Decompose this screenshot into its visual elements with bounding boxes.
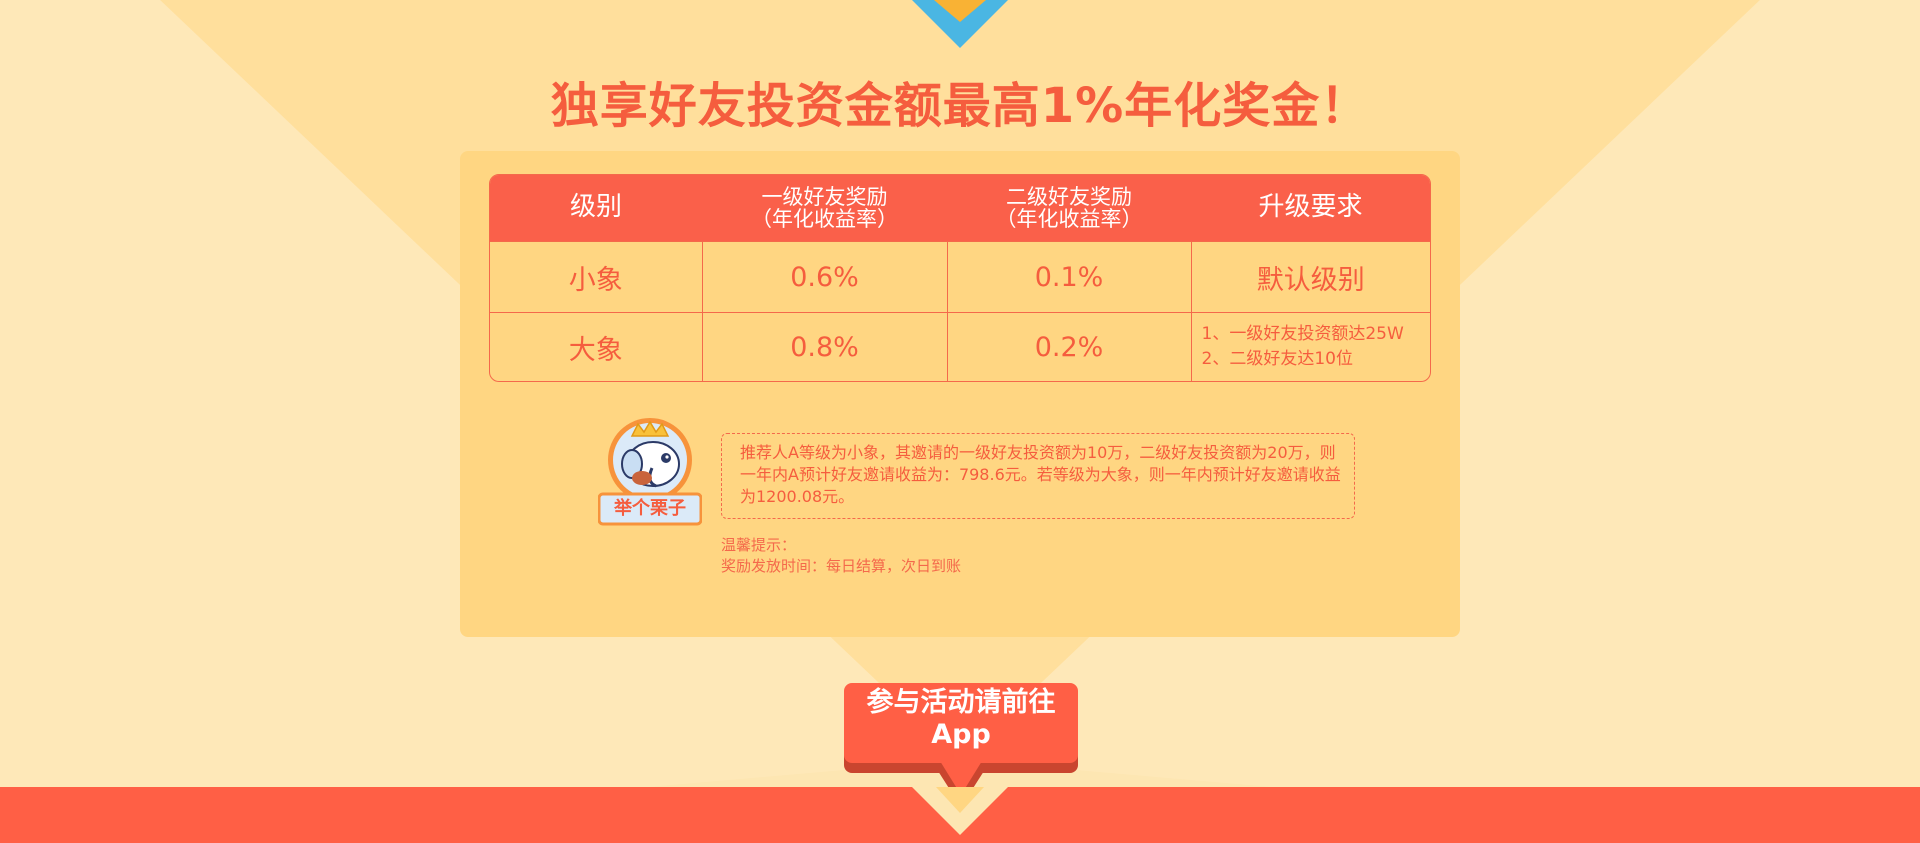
cell-first-rate: 0.8% xyxy=(701,312,947,381)
cta-label[interactable]: 参与活动请前往 App xyxy=(844,687,1078,751)
cell-upgrade: 1、一级好友投资额达25W 2、二级好友达10位 xyxy=(1190,312,1430,381)
tips-line: 奖励发放时间：每日结算，次日到账 xyxy=(721,557,962,575)
tips: 温馨提示： 奖励发放时间：每日结算，次日到账 xyxy=(721,535,961,577)
cell-level: 大象 xyxy=(490,312,702,381)
header-first-level-reward: 一级好友奖励 （年化收益率） xyxy=(702,175,947,242)
table-row: 小象 0.6% 0.1% 默认级别 xyxy=(490,241,1430,313)
cell-second-rate: 0.1% xyxy=(946,241,1191,313)
header-second-level-reward: 二级好友奖励 （年化收益率） xyxy=(947,175,1191,242)
tips-title: 温馨提示： xyxy=(721,536,797,554)
bottom-arrow-icon xyxy=(912,787,1008,835)
table-header-row: 级别 一级好友奖励 （年化收益率） 二级好友奖励 （年化收益率） 升级要求 xyxy=(490,175,1430,242)
reward-panel: 级别 一级好友奖励 （年化收益率） 二级好友奖励 （年化收益率） 升级要求 小象… xyxy=(460,151,1460,637)
top-arrow-icon xyxy=(912,0,1008,48)
header-level: 级别 xyxy=(490,175,702,242)
cell-first-rate: 0.6% xyxy=(701,241,947,313)
page-headline: 独享好友投资金额最高1%年化奖金！ xyxy=(550,78,1370,134)
example-badge: 举个栗子 xyxy=(614,498,686,519)
reward-table: 级别 一级好友奖励 （年化收益率） 二级好友奖励 （年化收益率） 升级要求 小象… xyxy=(489,174,1431,382)
cell-level: 小象 xyxy=(490,241,702,313)
cell-upgrade: 默认级别 xyxy=(1190,241,1430,313)
elephant-mascot: 举个栗子 xyxy=(597,418,703,526)
example-text: 推荐人A等级为小象，其邀请的一级好友投资额为10万，二级好友投资额为20万，则一… xyxy=(721,433,1355,519)
table-row: 大象 0.8% 0.2% 1、一级好友投资额达25W 2、二级好友达10位 xyxy=(490,312,1430,381)
header-upgrade-requirement: 升级要求 xyxy=(1191,175,1430,242)
cell-second-rate: 0.2% xyxy=(946,312,1191,381)
